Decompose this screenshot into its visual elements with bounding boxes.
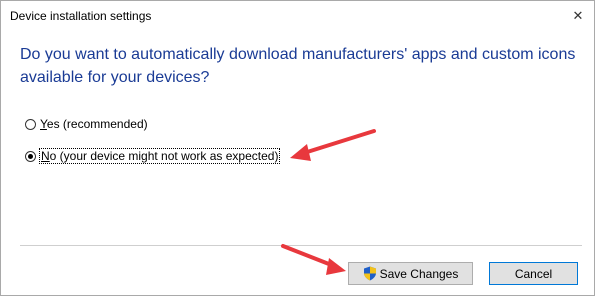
dialog-window: Device installation settings ✕ Do you wa… bbox=[0, 0, 595, 296]
radio-label-no[interactable]: No (your device might not work as expect… bbox=[38, 148, 281, 164]
uac-shield-icon bbox=[363, 266, 377, 281]
cancel-button[interactable]: Cancel bbox=[489, 262, 578, 285]
radio-button-yes[interactable] bbox=[25, 118, 36, 130]
annotation-arrow-top bbox=[290, 129, 376, 161]
save-changes-button[interactable]: Save Changes bbox=[348, 262, 473, 285]
question-text: Do you want to automatically download ma… bbox=[20, 46, 576, 86]
radio-option-yes[interactable]: Yes (recommended) bbox=[25, 117, 148, 131]
title-bar: Device installation settings ✕ bbox=[1, 1, 594, 31]
cancel-label: Cancel bbox=[514, 266, 553, 281]
radio-option-no[interactable]: No (your device might not work as expect… bbox=[25, 148, 281, 164]
radio-button-no[interactable] bbox=[25, 150, 36, 162]
footer-divider bbox=[20, 245, 582, 246]
close-button[interactable]: ✕ bbox=[562, 1, 594, 31]
radio-label-yes[interactable]: Yes (recommended) bbox=[40, 117, 148, 131]
close-icon: ✕ bbox=[572, 8, 584, 23]
save-changes-label: Save Changes bbox=[379, 266, 459, 281]
annotation-arrow-bottom bbox=[281, 244, 346, 275]
window-title: Device installation settings bbox=[10, 9, 152, 23]
